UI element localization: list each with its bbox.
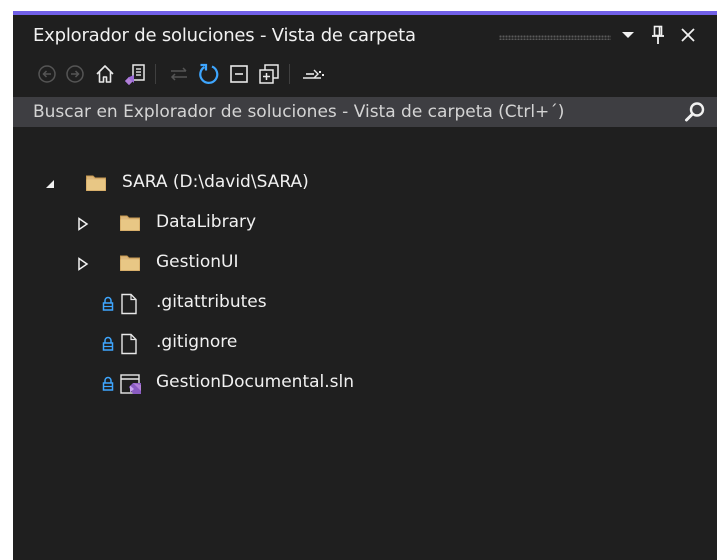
collapsed-arrow-icon[interactable] bbox=[75, 255, 91, 273]
properties-button[interactable] bbox=[299, 60, 327, 88]
refresh-button[interactable] bbox=[195, 60, 223, 88]
home-icon bbox=[96, 65, 114, 83]
close-icon bbox=[681, 28, 695, 42]
lock-icon bbox=[102, 296, 114, 311]
tree-item-label: .gitignore bbox=[156, 332, 238, 352]
collapse-all-icon bbox=[230, 65, 248, 83]
back-button[interactable] bbox=[33, 60, 61, 88]
tree-item-label: DataLibrary bbox=[156, 212, 257, 232]
toolbar-separator bbox=[155, 64, 156, 84]
pin-icon bbox=[652, 25, 664, 44]
search-icon bbox=[685, 102, 705, 122]
search-button[interactable] bbox=[683, 101, 707, 123]
search-box bbox=[13, 97, 717, 127]
folder-icon bbox=[120, 215, 140, 231]
toolbar-separator bbox=[289, 64, 290, 84]
switch-views-button[interactable] bbox=[121, 60, 149, 88]
tree-item-folder[interactable]: DataLibrary bbox=[13, 209, 717, 239]
show-all-files-icon bbox=[259, 64, 279, 84]
expanded-arrow-icon[interactable] bbox=[42, 175, 58, 193]
visual-studio-solution-icon bbox=[120, 374, 141, 394]
tree-item-root-folder[interactable]: SARA (D:\david\SARA) bbox=[13, 169, 717, 199]
collapsed-arrow-icon[interactable] bbox=[75, 215, 91, 233]
dropdown-arrow-icon bbox=[622, 32, 634, 38]
tree-item-folder[interactable]: GestionUI bbox=[13, 249, 717, 279]
file-icon bbox=[121, 293, 137, 315]
tree-item-solution[interactable]: GestionDocumental.sln bbox=[13, 369, 717, 399]
search-input[interactable] bbox=[13, 97, 673, 127]
panel-title: Explorador de soluciones - Vista de carp… bbox=[33, 25, 416, 46]
lock-icon bbox=[102, 376, 114, 391]
lock-icon bbox=[102, 336, 114, 351]
back-icon bbox=[38, 65, 56, 83]
home-button[interactable] bbox=[91, 60, 119, 88]
page: Explorador de soluciones - Vista de carp… bbox=[0, 0, 717, 560]
forward-icon bbox=[66, 65, 84, 83]
file-icon bbox=[121, 333, 137, 355]
folder-icon bbox=[86, 175, 106, 191]
tree-item-label: .gitattributes bbox=[156, 292, 267, 312]
properties-icon bbox=[303, 69, 324, 79]
collapse-all-button[interactable] bbox=[225, 60, 253, 88]
tree-item-file[interactable]: .gitattributes bbox=[13, 289, 717, 319]
switch-views-icon bbox=[124, 64, 145, 86]
show-all-files-button[interactable] bbox=[255, 60, 283, 88]
sync-with-active-document-icon bbox=[170, 67, 187, 81]
drag-grip[interactable] bbox=[499, 35, 611, 40]
sync-with-active-document-button[interactable] bbox=[165, 60, 193, 88]
title-bar[interactable]: Explorador de soluciones - Vista de carp… bbox=[13, 15, 717, 56]
tree-item-file[interactable]: .gitignore bbox=[13, 329, 717, 359]
window-position-button[interactable] bbox=[617, 23, 639, 47]
tree-item-label: GestionUI bbox=[156, 252, 239, 272]
folder-icon bbox=[120, 255, 140, 271]
refresh-icon bbox=[199, 63, 219, 84]
tree-item-label: GestionDocumental.sln bbox=[156, 372, 355, 392]
forward-button[interactable] bbox=[61, 60, 89, 88]
tree-item-label: SARA (D:\david\SARA) bbox=[122, 172, 309, 192]
toolbar bbox=[13, 56, 717, 92]
solution-explorer-panel: Explorador de soluciones - Vista de carp… bbox=[13, 11, 717, 560]
close-button[interactable] bbox=[677, 23, 699, 47]
auto-hide-button[interactable] bbox=[647, 23, 669, 47]
